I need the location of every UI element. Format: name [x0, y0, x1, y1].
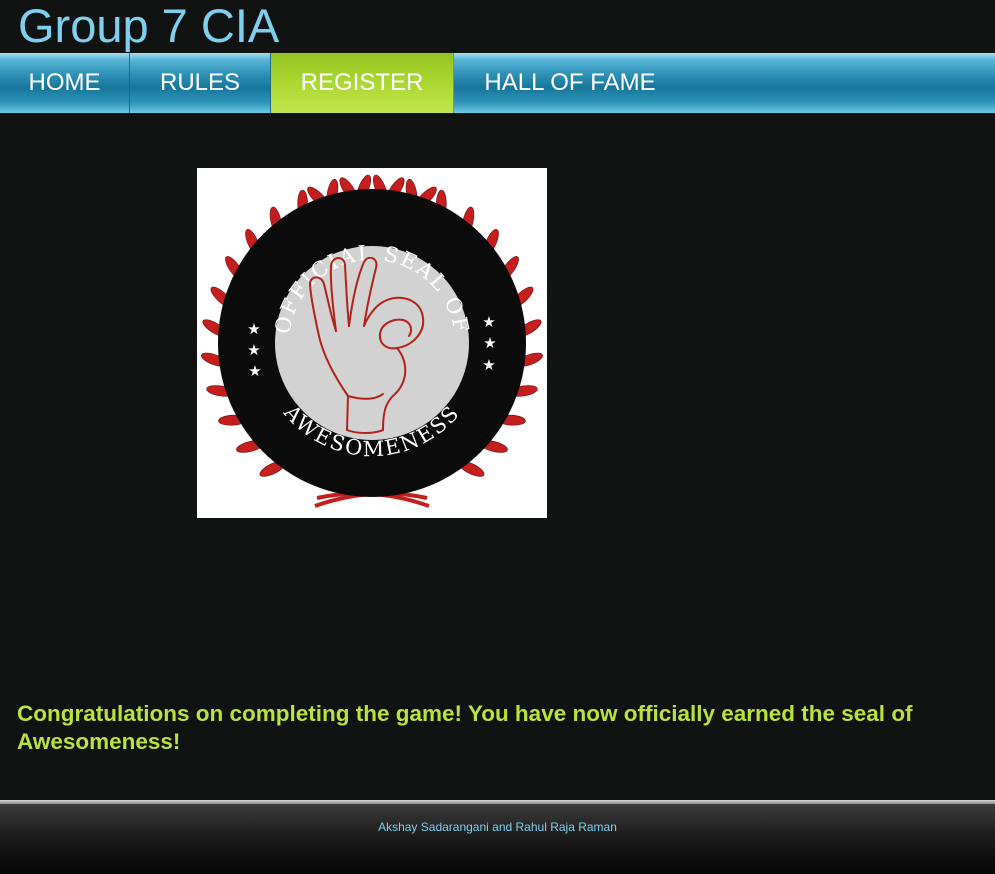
- main-nav: HOME RULES REGISTER HALL OF FAME: [0, 53, 995, 113]
- seal-image: OFFICIAL SEAL OF AWESOMENESS ★ ★ ★ ★ ★ ★: [197, 168, 547, 518]
- star-icon: ★: [482, 313, 495, 331]
- star-icon: ★: [248, 362, 261, 380]
- star-icon: ★: [482, 356, 495, 374]
- star-icon: ★: [247, 341, 260, 359]
- site-title: Group 7 CIA: [18, 0, 280, 52]
- nav-home[interactable]: HOME: [0, 53, 130, 113]
- nav-rules[interactable]: RULES: [130, 53, 271, 113]
- star-icon: ★: [247, 320, 260, 338]
- footer: Akshay Sadarangani and Rahul Raja Raman: [0, 804, 995, 874]
- congratulations-message: Congratulations on completing the game! …: [17, 701, 913, 754]
- page: Group 7 CIA HOME RULES REGISTER HALL OF …: [0, 0, 995, 874]
- nav-register[interactable]: REGISTER: [271, 53, 454, 113]
- footer-credit: Akshay Sadarangani and Rahul Raja Raman: [378, 820, 617, 834]
- nav-hall-of-fame[interactable]: HALL OF FAME: [454, 53, 686, 113]
- star-icon: ★: [483, 334, 496, 352]
